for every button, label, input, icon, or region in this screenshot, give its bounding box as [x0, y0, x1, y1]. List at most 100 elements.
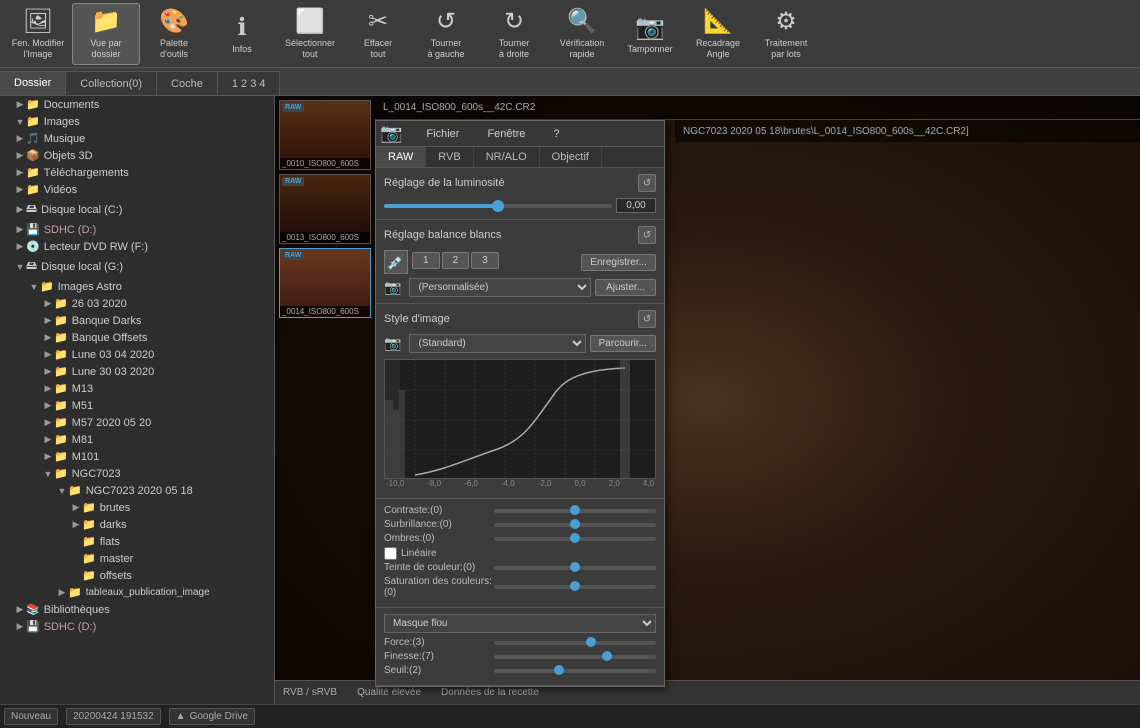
menu-fichier[interactable]: Fichier — [418, 126, 467, 142]
sidebar-item-m51[interactable]: ▶ 📁 M51 — [0, 397, 274, 414]
ombres-thumb[interactable] — [570, 533, 580, 543]
wb-button-1[interactable]: 1 — [412, 252, 440, 269]
sidebar-scroll[interactable]: ▶ 📁 Documents ▼ 📁 Images ▶ 🎵 Musique ▶ 📦… — [0, 96, 274, 704]
delete-all-button[interactable]: ✂ Effacertout — [344, 3, 412, 65]
sidebar-item-banque-darks[interactable]: ▶ 📁 Banque Darks — [0, 312, 274, 329]
sidebar-item-videos[interactable]: ▶ 📁 Vidéos — [0, 181, 274, 198]
sidebar-item-objets3d[interactable]: ▶ 📦 Objets 3D — [0, 147, 274, 164]
teinte-thumb[interactable] — [570, 562, 580, 572]
surbrillance-slider[interactable] — [494, 523, 656, 527]
style-image-select[interactable]: (Standard) — [409, 334, 585, 353]
panel-tab-nralo[interactable]: NR/ALO — [474, 147, 540, 167]
tab-cache[interactable]: Coche — [157, 71, 218, 95]
curve-area[interactable] — [384, 359, 656, 479]
blur-type-select[interactable]: Masque flou — [384, 614, 656, 633]
white-balance-preset-select[interactable]: (Personnalisée) — [409, 278, 591, 297]
sidebar-item-documents[interactable]: ▶ 📁 Documents — [0, 96, 274, 113]
open-image-button[interactable]: 🖼 Fen. Modifierl'Image — [4, 3, 72, 65]
luminosity-track[interactable] — [384, 204, 612, 208]
wb-save-button[interactable]: Enregistrer... — [581, 254, 656, 271]
tab-collection[interactable]: Collection(0) — [66, 71, 157, 95]
saturation-slider[interactable] — [494, 585, 656, 589]
tab-pages[interactable]: 1 2 3 4 — [218, 71, 281, 95]
ombres-slider[interactable] — [494, 537, 656, 541]
sidebar-item-m101[interactable]: ▶ 📁 M101 — [0, 448, 274, 465]
thumbnail-2[interactable]: RAW _0013_ISO800_600S — [279, 174, 371, 244]
seuil-thumb[interactable] — [554, 665, 564, 675]
sidebar-item-m57[interactable]: ▶ 📁 M57 2020 05 20 — [0, 414, 274, 431]
saturation-thumb[interactable] — [570, 581, 580, 591]
sidebar-item-musique[interactable]: ▶ 🎵 Musique — [0, 130, 274, 147]
sidebar-item-tableaux[interactable]: ▶ 📁 tableaux_publication_image — [0, 584, 274, 601]
sidebar-item-telechargements[interactable]: ▶ 📁 Téléchargements — [0, 164, 274, 181]
contraste-slider[interactable] — [494, 509, 656, 513]
force-slider[interactable] — [494, 641, 656, 645]
white-balance-reset-button[interactable]: ↺ — [638, 226, 656, 244]
finesse-thumb[interactable] — [602, 651, 612, 661]
sidebar-item-master[interactable]: 📁 master — [0, 550, 274, 567]
sidebar-item-ngc7023[interactable]: ▼ 📁 NGC7023 — [0, 465, 274, 482]
wb-adjust-button[interactable]: Ajuster... — [595, 279, 656, 296]
panel-tab-rvb[interactable]: RVB — [426, 147, 473, 167]
style-reset-button[interactable]: ↺ — [638, 310, 656, 328]
rotate-left-button[interactable]: ↺ Tournerà gauche — [412, 3, 480, 65]
thumbnail-3[interactable]: RAW _0014_ISO800_600S — [279, 248, 371, 318]
contraste-label: Contraste:(0) — [384, 505, 494, 516]
folder-icon: 📁 — [40, 280, 54, 293]
sidebar-item-darks[interactable]: ▶ 📁 darks — [0, 516, 274, 533]
seuil-slider[interactable] — [494, 669, 656, 673]
surbrillance-thumb[interactable] — [570, 519, 580, 529]
sidebar-item-brutes[interactable]: ▶ 📁 brutes — [0, 499, 274, 516]
taskbar-googledrive[interactable]: ▲ Google Drive — [169, 708, 255, 725]
thumbnail-1[interactable]: RAW _0010_ISO800_600S — [279, 100, 371, 170]
style-browse-button[interactable]: Parcourir... — [590, 335, 656, 352]
sidebar-item-flats[interactable]: 📁 flats — [0, 533, 274, 550]
select-all-button[interactable]: ⬜ Sélectionnertout — [276, 3, 344, 65]
sidebar-item-lune0304[interactable]: ▶ 📁 Lune 03 04 2020 — [0, 346, 274, 363]
tab-dossier[interactable]: Dossier — [0, 71, 66, 95]
sidebar-item-lecteurdvd[interactable]: ▶ 💿 Lecteur DVD RW (F:) — [0, 238, 274, 255]
sidebar-item-disqueg[interactable]: ▼ 🖴 Disque local (G:) — [0, 255, 274, 278]
quick-check-button[interactable]: 🔍 Vérificationrapide — [548, 3, 616, 65]
taskbar-nouveau[interactable]: Nouveau — [4, 708, 58, 725]
luminosity-thumb[interactable] — [492, 200, 504, 212]
sidebar-item-disquec[interactable]: ▶ 🖴 Disque local (C:) — [0, 198, 274, 221]
wb-button-2[interactable]: 2 — [442, 252, 470, 269]
recipe-status: Données de la recette — [441, 687, 539, 698]
sidebar-item-bibliotheques[interactable]: ▶ 📚 Bibliothèques — [0, 601, 274, 618]
batch-button[interactable]: ⚙ Traitementpar lots — [752, 3, 820, 65]
luminosity-reset-button[interactable]: ↺ — [638, 174, 656, 192]
sidebar-item-26032020[interactable]: ▶ 📁 26 03 2020 — [0, 295, 274, 312]
panel-tab-raw[interactable]: RAW — [376, 147, 426, 167]
view-folder-button[interactable]: 📁 Vue pardossier — [72, 3, 140, 65]
sidebar-item-images[interactable]: ▼ 📁 Images — [0, 113, 274, 130]
sidebar-item-sdhcd[interactable]: ▶ 💾 SDHC (D:) — [0, 221, 274, 238]
menu-fenetre[interactable]: Fenêtre — [479, 126, 533, 142]
sidebar-item-sdhcd2[interactable]: ▶ 💾 SDHC (D:) — [0, 618, 274, 635]
finesse-slider[interactable] — [494, 655, 656, 659]
palette-button[interactable]: 🎨 Paletted'outils — [140, 3, 208, 65]
sidebar-item-ngc7023-2020[interactable]: ▼ 📁 NGC7023 2020 05 18 — [0, 482, 274, 499]
linear-checkbox[interactable] — [384, 547, 397, 560]
luminosity-value-input[interactable] — [616, 198, 656, 213]
sidebar-item-m81[interactable]: ▶ 📁 M81 — [0, 431, 274, 448]
crop-angle-button[interactable]: 📐 RecadrageAngle — [684, 3, 752, 65]
wb-button-3[interactable]: 3 — [471, 252, 499, 269]
panel-tab-objectif[interactable]: Objectif — [540, 147, 602, 167]
sidebar-item-lune3003[interactable]: ▶ 📁 Lune 30 03 2020 — [0, 363, 274, 380]
menu-help[interactable]: ? — [545, 126, 567, 142]
sidebar-item-offsets[interactable]: 📁 offsets — [0, 567, 274, 584]
stamp-button[interactable]: 📷 Tamponner — [616, 3, 684, 65]
thumbnail-strip: RAW _0010_ISO800_600S RAW _0013_ISO800_6… — [275, 96, 375, 704]
teinte-slider[interactable] — [494, 566, 656, 570]
sidebar-item-banque-offsets[interactable]: ▶ 📁 Banque Offsets — [0, 329, 274, 346]
sidebar-item-m13[interactable]: ▶ 📁 M13 — [0, 380, 274, 397]
rotate-right-button[interactable]: ↻ Tournerà droite — [480, 3, 548, 65]
force-thumb[interactable] — [586, 637, 596, 647]
contraste-thumb[interactable] — [570, 505, 580, 515]
folder-icon: 📁 — [54, 348, 68, 361]
taskbar-timestamp[interactable]: 20200424 191532 — [66, 708, 161, 725]
color-picker-button[interactable]: 💉 — [384, 250, 408, 274]
info-button[interactable]: ℹ Infos — [208, 3, 276, 65]
sidebar-item-images-astro[interactable]: ▼ 📁 Images Astro — [0, 278, 274, 295]
